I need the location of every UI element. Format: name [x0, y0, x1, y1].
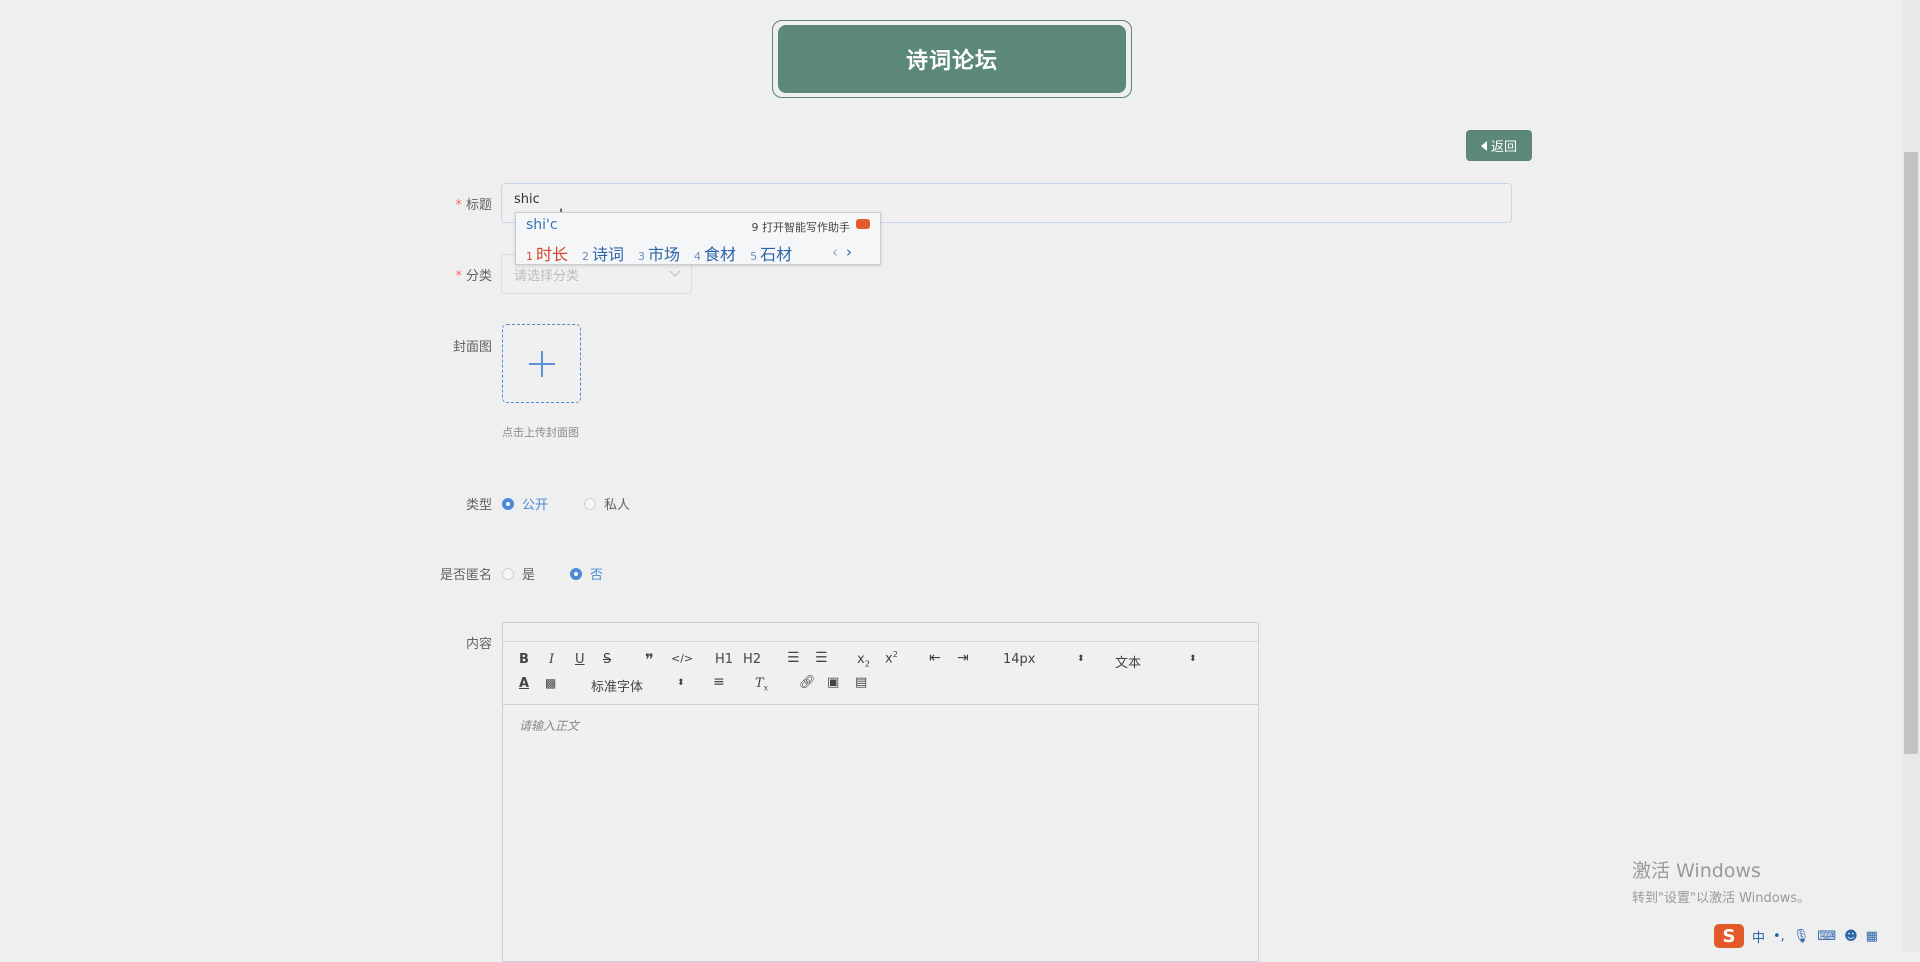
category-placeholder: 请选择分类: [514, 269, 580, 284]
font-size-select[interactable]: 14px: [1003, 652, 1036, 667]
ime-pager[interactable]: ‹ ›: [832, 243, 852, 261]
back-arrow-icon: [1480, 140, 1487, 151]
radio-icon: [584, 497, 596, 510]
select-arrows-icon: ⬍: [677, 678, 685, 688]
skin-icon[interactable]: ☻: [1844, 929, 1858, 944]
type-label: 类型: [465, 498, 492, 513]
font-color-icon[interactable]: A: [519, 676, 529, 691]
anonymous-label: 是否匿名: [439, 568, 492, 583]
ime-candidate[interactable]: 4 食材: [694, 241, 736, 265]
ime-candidate[interactable]: 1 时长: [526, 241, 568, 265]
windows-activation-watermark: 激活 Windows 转到"设置"以激活 Windows。: [1632, 860, 1811, 906]
select-arrows-icon: ⬍: [1077, 654, 1085, 664]
keyboard-icon[interactable]: ⌨: [1817, 929, 1836, 944]
page-scrollbar-thumb[interactable]: [1904, 152, 1918, 754]
ime-candidate[interactable]: 2 诗词: [582, 241, 624, 265]
rich-text-editor[interactable]: B I U S ❞ </> H1 H2 ☰ ☰ x2 x2 ⇤ ⇥ 14px ⬍…: [502, 622, 1259, 962]
video-icon[interactable]: ▤: [855, 675, 867, 690]
select-arrows-icon: ⬍: [1189, 654, 1197, 664]
ime-candidate[interactable]: 5 石材: [750, 241, 792, 265]
indent-icon[interactable]: ⇥: [957, 650, 969, 666]
cover-hint: 点击上传封面图: [502, 426, 579, 439]
cover-label: 封面图: [452, 340, 492, 355]
editor-top-strip: [503, 623, 1258, 642]
link-icon[interactable]: 🔗︎: [799, 675, 816, 690]
outdent-icon[interactable]: ⇤: [929, 650, 941, 666]
radio-icon: [570, 567, 582, 580]
bullet-list-icon[interactable]: ☰: [815, 650, 828, 666]
code-icon[interactable]: </>: [671, 652, 693, 665]
back-button[interactable]: 返回: [1466, 130, 1532, 161]
ime-status-bar[interactable]: S 中 •, 🎙︎ ⌨ ☻ ▦: [1714, 920, 1920, 952]
radio-anonymous-no[interactable]: 否: [570, 564, 603, 583]
title-label: * 标题: [455, 198, 492, 213]
toolbox-icon[interactable]: ▦: [1866, 929, 1878, 944]
blockquote-icon[interactable]: ❞: [645, 650, 654, 669]
ime-candidate-window[interactable]: shi'c 9 打开智能写作助手 1 时长 2 诗词 3 市场 4 食材 5 石材 ‹ ›: [515, 212, 881, 265]
superscript-icon[interactable]: x2: [885, 650, 898, 666]
cover-upload[interactable]: [502, 324, 581, 403]
page-title: 诗词论坛: [778, 25, 1126, 93]
h2-button[interactable]: H2: [743, 652, 761, 667]
image-icon[interactable]: ▣: [827, 675, 839, 690]
h1-button[interactable]: H1: [715, 652, 733, 667]
radio-public[interactable]: 公开: [502, 494, 548, 513]
content-label: 内容: [465, 637, 492, 652]
ime-prev-icon[interactable]: ‹: [832, 243, 838, 261]
radio-private[interactable]: 私人: [584, 494, 630, 513]
ime-next-icon[interactable]: ›: [846, 243, 852, 261]
ordered-list-icon[interactable]: ☰: [787, 650, 800, 666]
back-button-label: 返回: [1490, 140, 1517, 155]
block-format-select[interactable]: 文本: [1115, 652, 1141, 671]
editor-placeholder: 请输入正文: [519, 719, 580, 733]
subscript-icon[interactable]: x2: [857, 652, 870, 669]
punctuation-icon[interactable]: •,: [1773, 929, 1785, 944]
background-color-icon[interactable]: ▩: [545, 676, 556, 690]
radio-anonymous-yes[interactable]: 是: [502, 564, 535, 583]
align-left-icon[interactable]: ≡: [713, 674, 725, 690]
strike-button[interactable]: S: [603, 652, 611, 667]
bold-button[interactable]: B: [519, 652, 529, 667]
chevron-down-icon: [669, 265, 681, 277]
sogou-logo-icon[interactable]: S: [1714, 924, 1744, 948]
ime-candidate[interactable]: 3 市场: [638, 241, 680, 265]
ime-mode[interactable]: 中: [1752, 927, 1765, 946]
microphone-icon[interactable]: 🎙︎: [1793, 929, 1810, 944]
radio-icon: [502, 497, 514, 510]
font-family-select[interactable]: 标准字体: [591, 676, 643, 695]
italic-button[interactable]: I: [549, 652, 554, 667]
ime-composition: shi'c: [526, 217, 558, 233]
editor-toolbar: B I U S ❞ </> H1 H2 ☰ ☰ x2 x2 ⇤ ⇥ 14px ⬍…: [503, 642, 1258, 705]
radio-icon: [502, 567, 514, 580]
category-label: * 分类: [455, 269, 492, 284]
sogou-assistant-icon: [856, 219, 870, 229]
clear-format-icon[interactable]: Tx: [755, 676, 768, 693]
underline-button[interactable]: U: [575, 652, 585, 667]
ime-assistant-link[interactable]: 9 打开智能写作助手: [752, 219, 851, 235]
